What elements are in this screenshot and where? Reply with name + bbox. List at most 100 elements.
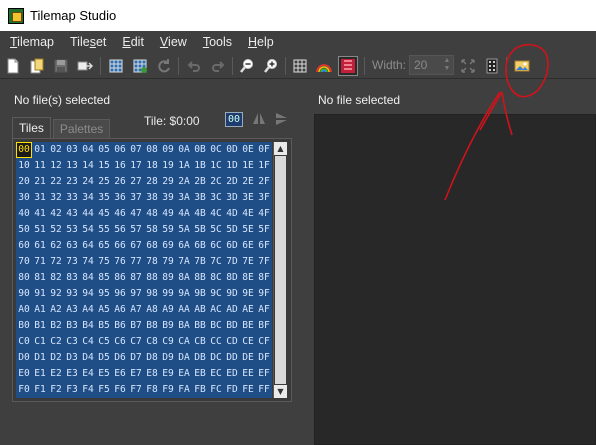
tile-cell[interactable]: 09 bbox=[160, 142, 176, 158]
tile-cell[interactable]: 36 bbox=[112, 190, 128, 206]
tile-cell[interactable]: 3C bbox=[208, 190, 224, 206]
resize-icon[interactable] bbox=[458, 56, 478, 76]
tile-cell[interactable]: 05 bbox=[96, 142, 112, 158]
tile-cell[interactable]: 4B bbox=[192, 206, 208, 222]
tile-cell[interactable]: 76 bbox=[112, 254, 128, 270]
tile-cell[interactable]: E3 bbox=[64, 366, 80, 382]
tile-cell[interactable]: 7C bbox=[208, 254, 224, 270]
tile-cell[interactable]: 78 bbox=[144, 254, 160, 270]
tile-cell[interactable]: C4 bbox=[80, 334, 96, 350]
tile-cell[interactable]: C6 bbox=[112, 334, 128, 350]
tile-cell[interactable]: A4 bbox=[80, 302, 96, 318]
tile-cell[interactable]: 1C bbox=[208, 158, 224, 174]
tile-cell[interactable]: D7 bbox=[128, 350, 144, 366]
tile-cell[interactable]: 30 bbox=[16, 190, 32, 206]
tile-cell[interactable]: C3 bbox=[64, 334, 80, 350]
redo-icon[interactable] bbox=[208, 56, 228, 76]
tile-cell[interactable]: 50 bbox=[16, 222, 32, 238]
tile-cell[interactable]: EE bbox=[240, 366, 256, 382]
tile-cell[interactable]: 81 bbox=[32, 270, 48, 286]
tile-cell[interactable]: 10 bbox=[16, 158, 32, 174]
tile-cell[interactable]: F9 bbox=[160, 382, 176, 398]
tile-cell[interactable]: FA bbox=[176, 382, 192, 398]
tile-cell[interactable]: A8 bbox=[144, 302, 160, 318]
tile-cell[interactable]: 8E bbox=[240, 270, 256, 286]
tile-cell[interactable]: 69 bbox=[160, 238, 176, 254]
tile-cell[interactable]: E2 bbox=[48, 366, 64, 382]
tile-cell[interactable]: 6C bbox=[208, 238, 224, 254]
tile-cell[interactable]: 08 bbox=[144, 142, 160, 158]
grid-icon[interactable] bbox=[290, 56, 310, 76]
tile-cell[interactable]: 90 bbox=[16, 286, 32, 302]
tile-cell[interactable]: 25 bbox=[96, 174, 112, 190]
tile-cell[interactable]: 35 bbox=[96, 190, 112, 206]
tile-cell[interactable]: F2 bbox=[48, 382, 64, 398]
tile-cell[interactable]: 1D bbox=[224, 158, 240, 174]
tile-cell[interactable]: F6 bbox=[112, 382, 128, 398]
tile-cell[interactable]: 31 bbox=[32, 190, 48, 206]
width-spinner[interactable]: 20 ▲ ▼ bbox=[409, 55, 454, 75]
tile-cell[interactable]: 88 bbox=[144, 270, 160, 286]
tile-cell[interactable]: 9B bbox=[192, 286, 208, 302]
tile-grid-scrollbar[interactable]: ▲ ▼ bbox=[273, 142, 287, 398]
tile-cell[interactable]: CE bbox=[240, 334, 256, 350]
tile-cell[interactable]: 33 bbox=[64, 190, 80, 206]
attributes-icon[interactable] bbox=[338, 56, 358, 76]
tile-cell[interactable]: 51 bbox=[32, 222, 48, 238]
tile-cell[interactable]: 9D bbox=[224, 286, 240, 302]
tile-cell[interactable]: 7F bbox=[256, 254, 272, 270]
tile-cell[interactable]: 64 bbox=[80, 238, 96, 254]
tile-cell[interactable]: B0 bbox=[16, 318, 32, 334]
tile-cell[interactable]: 0D bbox=[224, 142, 240, 158]
tile-cell[interactable]: DA bbox=[176, 350, 192, 366]
tile-cell[interactable]: 2A bbox=[176, 174, 192, 190]
tile-cell[interactable]: 9E bbox=[240, 286, 256, 302]
tile-cell[interactable]: 14 bbox=[80, 158, 96, 174]
menu-edit[interactable]: Edit bbox=[114, 35, 152, 49]
tile-cell[interactable]: 2E bbox=[240, 174, 256, 190]
tile-cell[interactable]: 12 bbox=[48, 158, 64, 174]
refresh-icon[interactable] bbox=[154, 56, 174, 76]
tilemap-canvas[interactable] bbox=[314, 114, 596, 445]
tile-cell[interactable]: 70 bbox=[16, 254, 32, 270]
tile-cell[interactable]: 62 bbox=[48, 238, 64, 254]
tile-cell[interactable]: 47 bbox=[128, 206, 144, 222]
scroll-up-button[interactable]: ▲ bbox=[274, 142, 287, 155]
tile-cell[interactable]: 29 bbox=[160, 174, 176, 190]
tile-cell[interactable]: 3E bbox=[240, 190, 256, 206]
tile-cell[interactable]: 1E bbox=[240, 158, 256, 174]
tile-cell[interactable]: D3 bbox=[64, 350, 80, 366]
image-to-tiles-icon[interactable] bbox=[512, 56, 532, 76]
tile-cell[interactable]: 8A bbox=[176, 270, 192, 286]
tile-cell[interactable]: 6F bbox=[256, 238, 272, 254]
menu-help[interactable]: Help bbox=[240, 35, 282, 49]
tile-cell[interactable]: FE bbox=[240, 382, 256, 398]
tile-cell[interactable]: 20 bbox=[16, 174, 32, 190]
tile-cell[interactable]: E6 bbox=[112, 366, 128, 382]
tile-cell[interactable]: DB bbox=[192, 350, 208, 366]
tile-cell[interactable]: 6E bbox=[240, 238, 256, 254]
tile-grid[interactable]: 00 01 02 03 04 05 06 07 08 09 0A 0B 0C 0D 0E 0F 10 11 12 13… bbox=[16, 142, 272, 398]
tile-cell[interactable]: FD bbox=[224, 382, 240, 398]
tile-cell[interactable]: 22 bbox=[48, 174, 64, 190]
tile-cell[interactable]: 8B bbox=[192, 270, 208, 286]
zoom-in-icon[interactable] bbox=[261, 56, 281, 76]
tile-cell[interactable]: DD bbox=[224, 350, 240, 366]
tile-cell[interactable]: 80 bbox=[16, 270, 32, 286]
tile-cell[interactable]: E1 bbox=[32, 366, 48, 382]
open-file-icon[interactable] bbox=[27, 56, 47, 76]
tile-cell[interactable]: 73 bbox=[64, 254, 80, 270]
tile-cell[interactable]: 57 bbox=[128, 222, 144, 238]
tile-cell[interactable]: 40 bbox=[16, 206, 32, 222]
tile-cell[interactable]: 7B bbox=[192, 254, 208, 270]
tile-cell[interactable]: F0 bbox=[16, 382, 32, 398]
tile-cell[interactable]: 0E bbox=[240, 142, 256, 158]
tile-cell[interactable]: 01 bbox=[32, 142, 48, 158]
menu-view[interactable]: View bbox=[152, 35, 195, 49]
tile-cell[interactable]: 72 bbox=[48, 254, 64, 270]
tile-cell[interactable]: 02 bbox=[48, 142, 64, 158]
tile-cell[interactable]: B2 bbox=[48, 318, 64, 334]
tile-cell[interactable]: C5 bbox=[96, 334, 112, 350]
tab-palettes[interactable]: Palettes bbox=[52, 119, 111, 139]
tile-cell[interactable]: EF bbox=[256, 366, 272, 382]
